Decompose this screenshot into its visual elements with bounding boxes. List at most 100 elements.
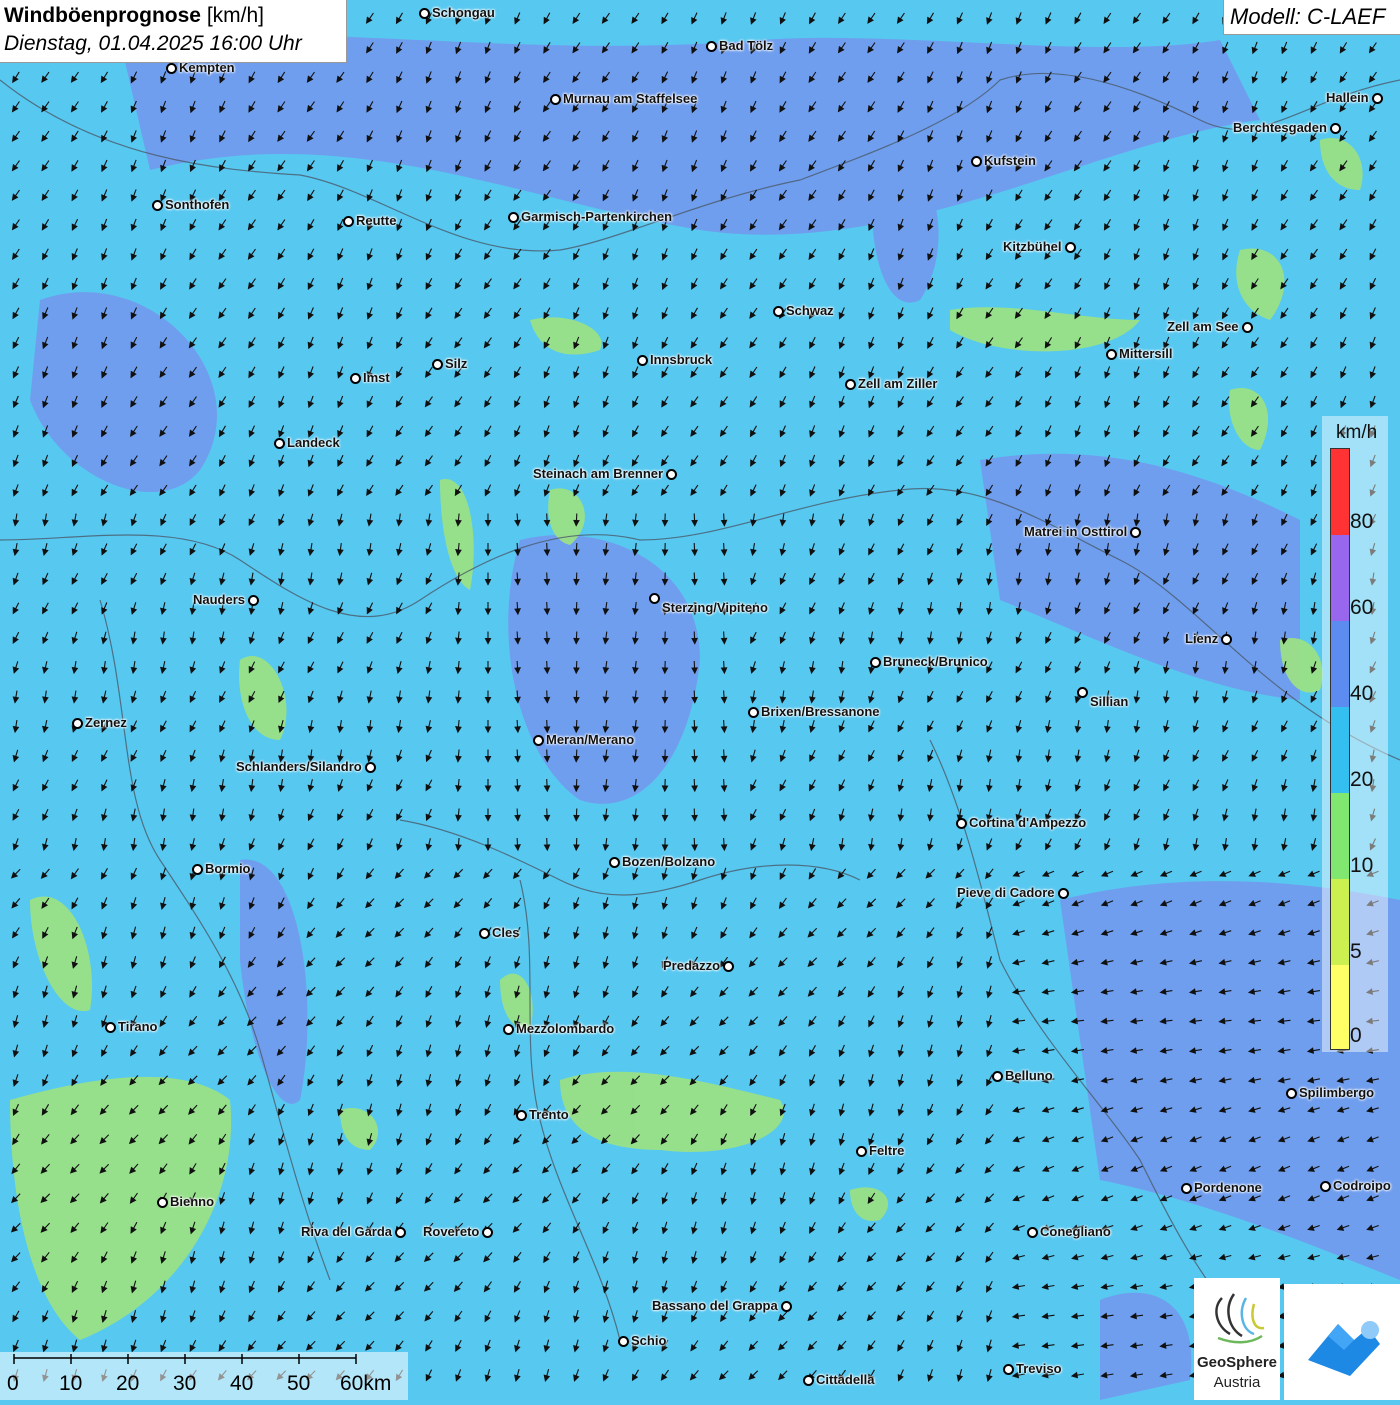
city-marker xyxy=(1221,634,1232,645)
city-label: Reutte xyxy=(356,213,396,228)
city-label: Bassano del Grappa xyxy=(652,1298,778,1313)
city-label: Mezzolombardo xyxy=(516,1021,614,1036)
scale-ruler xyxy=(0,1352,408,1372)
legend-value-5: 5 xyxy=(1350,940,1362,964)
legend-seg-0 xyxy=(1331,965,1349,1049)
city-label: Cortina d'Ampezzo xyxy=(969,815,1086,830)
city-marker xyxy=(248,595,259,606)
legend-seg-40 xyxy=(1331,621,1349,707)
city-marker xyxy=(992,1071,1003,1082)
legend-unit: km/h xyxy=(1336,422,1377,444)
scale-bar: 0 10 20 30 40 50 60km xyxy=(0,1352,408,1400)
city-marker xyxy=(166,63,177,74)
city-marker xyxy=(274,438,285,449)
city-label: Tirano xyxy=(118,1019,158,1034)
city-label: Zell am See xyxy=(1167,319,1239,334)
city-label: Trento xyxy=(529,1107,569,1122)
city-marker xyxy=(637,355,648,366)
city-marker xyxy=(856,1146,867,1157)
city-label: Innsbruck xyxy=(650,352,712,367)
city-label: Landeck xyxy=(287,435,340,450)
city-marker xyxy=(649,593,660,604)
scale-label-30: 30 xyxy=(173,1372,196,1396)
city-label: Imst xyxy=(363,370,390,385)
city-marker xyxy=(365,762,376,773)
city-marker xyxy=(152,200,163,211)
city-label: Silz xyxy=(445,356,467,371)
city-label: Kitzbühel xyxy=(1003,239,1062,254)
geosphere-emblem-icon xyxy=(1194,1278,1280,1354)
city-marker xyxy=(503,1024,514,1035)
legend-value-10: 10 xyxy=(1350,854,1373,878)
city-label: Zell am Ziller xyxy=(858,376,937,391)
city-label: Bormio xyxy=(205,861,251,876)
city-label: Spilimbergo xyxy=(1299,1085,1374,1100)
city-marker xyxy=(1065,242,1076,253)
city-label: Nauders xyxy=(193,592,245,607)
model-label: Modell: C-LAEF xyxy=(1230,4,1385,30)
city-label: Sillian xyxy=(1090,694,1128,709)
scale-label-60km: 60km xyxy=(340,1372,391,1396)
city-label: Belluno xyxy=(1005,1068,1053,1083)
city-marker xyxy=(1106,349,1117,360)
map-title: Windböenprognose [km/h] xyxy=(4,4,264,28)
logo-sub: Austria xyxy=(1194,1374,1280,1391)
city-marker xyxy=(1181,1183,1192,1194)
city-marker xyxy=(1372,93,1383,104)
city-marker xyxy=(1320,1181,1331,1192)
city-marker xyxy=(516,1110,527,1121)
model-box: Modell: C-LAEF xyxy=(1223,0,1400,35)
city-label: Kempten xyxy=(179,60,235,75)
city-marker xyxy=(1027,1227,1038,1238)
city-label: Pieve di Cadore xyxy=(957,885,1055,900)
legend-value-60: 60 xyxy=(1350,596,1373,620)
city-marker xyxy=(350,373,361,384)
city-marker xyxy=(706,41,717,52)
scale-label-20: 20 xyxy=(116,1372,139,1396)
title-box: Windböenprognose [km/h] Dienstag, 01.04.… xyxy=(0,0,347,63)
city-marker xyxy=(609,857,620,868)
city-label: Cles xyxy=(492,925,519,940)
city-marker xyxy=(419,8,430,19)
city-marker xyxy=(105,1022,116,1033)
map-title-main: Windböenprognose xyxy=(4,4,201,27)
city-marker xyxy=(550,94,561,105)
city-marker xyxy=(508,212,519,223)
city-label: Riva del Garda xyxy=(301,1224,392,1239)
city-label: Bruneck/Brunico xyxy=(883,654,988,669)
city-label: Matrei in Osttirol xyxy=(1024,524,1127,539)
city-label: Meran/Merano xyxy=(546,732,634,747)
city-marker xyxy=(618,1336,629,1347)
city-marker xyxy=(1130,527,1141,538)
color-legend: km/h 80 60 40 20 10 5 0 xyxy=(1322,416,1388,1052)
city-marker xyxy=(1003,1364,1014,1375)
city-marker xyxy=(723,961,734,972)
city-marker xyxy=(748,707,759,718)
city-label: Mittersill xyxy=(1119,346,1172,361)
city-marker xyxy=(1242,322,1253,333)
city-label: Cittadella xyxy=(816,1372,875,1387)
city-label: Hallein xyxy=(1326,90,1369,105)
legend-colorbar xyxy=(1330,448,1350,1050)
legend-value-40: 40 xyxy=(1350,682,1373,706)
city-marker xyxy=(971,156,982,167)
city-label: Garmisch-Partenkirchen xyxy=(521,209,672,224)
city-marker xyxy=(72,718,83,729)
city-label: Predazzo xyxy=(663,958,720,973)
city-label: Bozen/Bolzano xyxy=(622,854,715,869)
city-label: Berchtesgaden xyxy=(1233,120,1327,135)
city-marker xyxy=(1330,123,1341,134)
city-marker xyxy=(1077,687,1088,698)
scale-label-50: 50 xyxy=(287,1372,310,1396)
legend-value-0: 0 xyxy=(1350,1024,1362,1048)
city-label: Sonthofen xyxy=(165,197,229,212)
app-logo xyxy=(1284,1284,1400,1400)
city-label: Conegliano xyxy=(1040,1224,1111,1239)
city-label: Treviso xyxy=(1016,1361,1062,1376)
logo-name: GeoSphere xyxy=(1194,1354,1280,1371)
city-label: Codroipo xyxy=(1333,1178,1391,1193)
city-label: Schio xyxy=(631,1333,666,1348)
city-marker xyxy=(845,379,856,390)
mountain-cloud-icon xyxy=(1284,1284,1400,1400)
legend-seg-20 xyxy=(1331,707,1349,793)
